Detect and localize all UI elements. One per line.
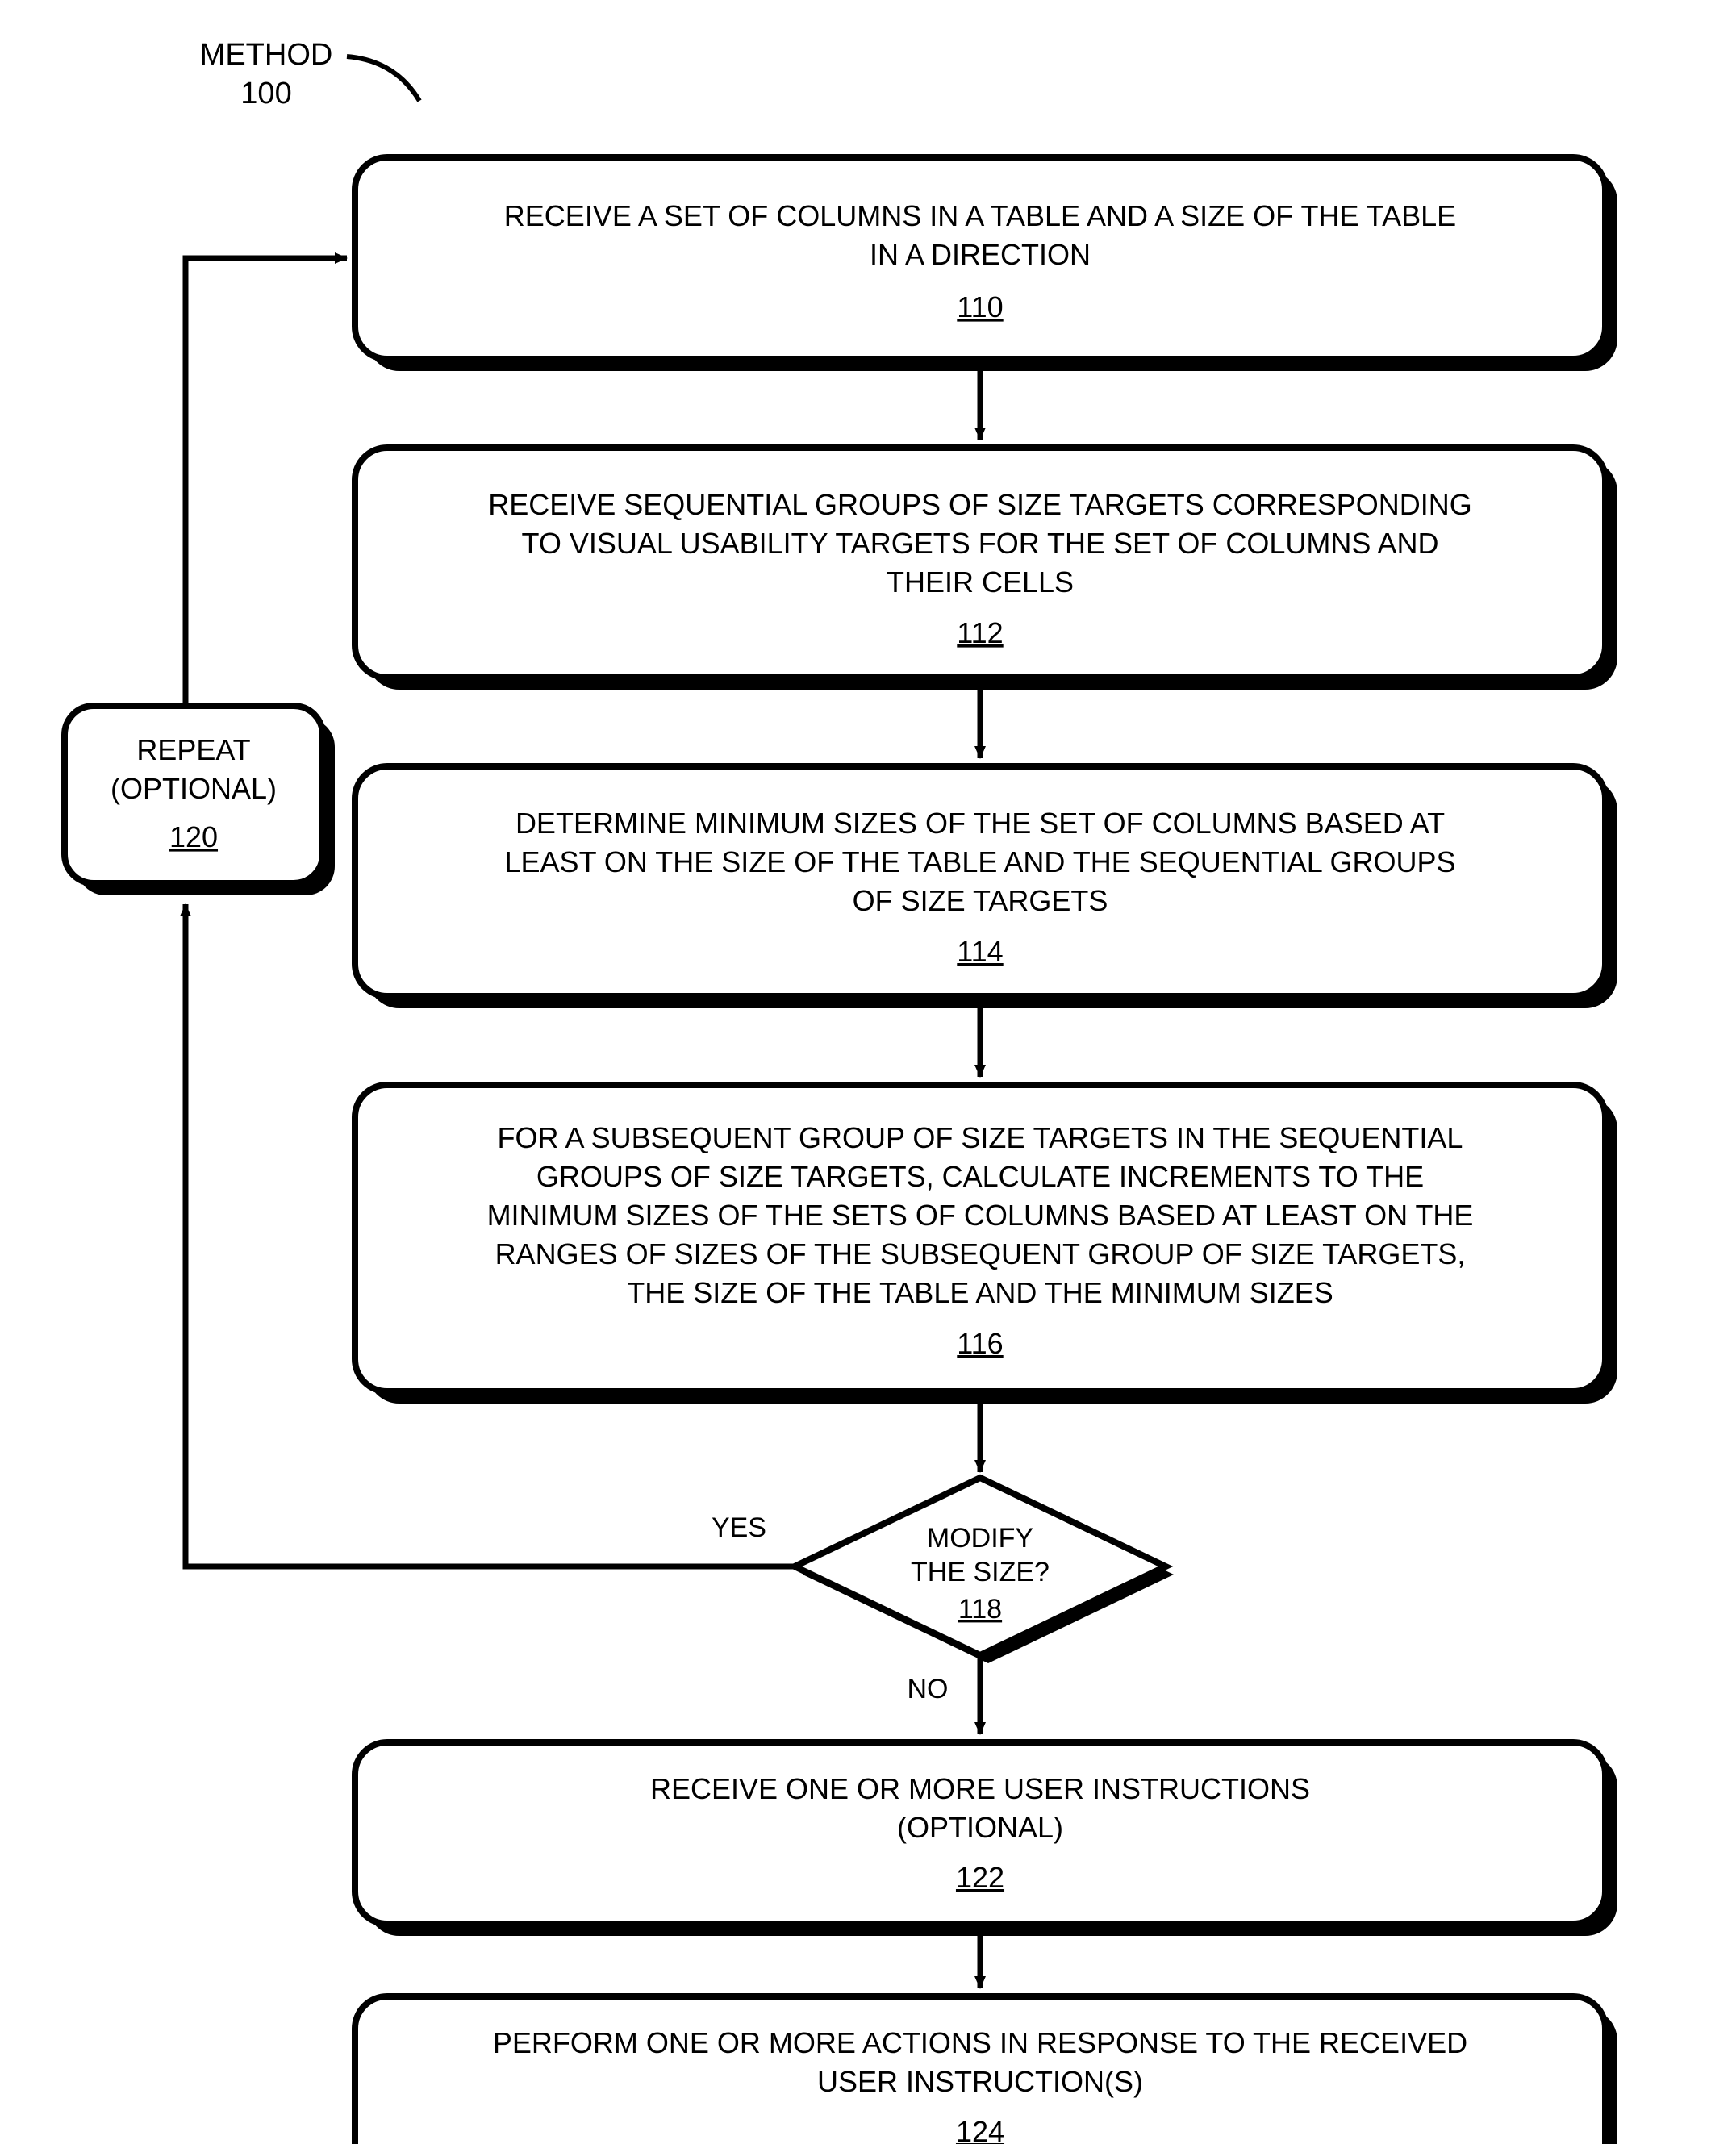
title-method-text: METHOD (200, 38, 333, 72)
svg-text:LEAST ON THE SIZE OF THE TABLE: LEAST ON THE SIZE OF THE TABLE AND THE S… (505, 845, 1456, 878)
step-112: RECEIVE SEQUENTIAL GROUPS OF SIZE TARGET… (355, 448, 1617, 690)
step-122: RECEIVE ONE OR MORE USER INSTRUCTIONS (O… (355, 1742, 1617, 1936)
svg-text:FOR A SUBSEQUENT GROUP OF SIZE: FOR A SUBSEQUENT GROUP OF SIZE TARGETS I… (498, 1121, 1463, 1154)
title-leader-line (347, 56, 419, 101)
svg-text:THE SIZE?: THE SIZE? (911, 1557, 1050, 1587)
svg-text:OF SIZE TARGETS: OF SIZE TARGETS (853, 884, 1108, 917)
ref-118: 118 (958, 1594, 1002, 1625)
svg-text:(OPTIONAL): (OPTIONAL) (111, 772, 277, 805)
svg-text:DETERMINE MINIMUM SIZES OF THE: DETERMINE MINIMUM SIZES OF THE SET OF CO… (515, 807, 1445, 840)
title-label: METHOD 100 (200, 38, 419, 111)
step-124: PERFORM ONE OR MORE ACTIONS IN RESPONSE … (355, 1996, 1617, 2144)
decision-no-label: NO (908, 1674, 949, 1704)
ref-120: 120 (169, 820, 218, 853)
svg-text:PERFORM ONE OR MORE ACTIONS IN: PERFORM ONE OR MORE ACTIONS IN RESPONSE … (493, 2026, 1467, 2059)
svg-text:RANGES OF SIZES OF THE SUBSEQU: RANGES OF SIZES OF THE SUBSEQUENT GROUP … (495, 1237, 1466, 1270)
svg-text:RECEIVE ONE OR MORE USER INSTR: RECEIVE ONE OR MORE USER INSTRUCTIONS (650, 1772, 1310, 1805)
title-number: 100 (240, 77, 291, 111)
arrow-120-to-110 (186, 258, 347, 706)
svg-text:GROUPS OF SIZE TARGETS, CALCUL: GROUPS OF SIZE TARGETS, CALCULATE INCREM… (536, 1160, 1424, 1193)
ref-124: 124 (956, 2115, 1004, 2144)
decision-yes-label: YES (712, 1512, 766, 1543)
svg-text:USER INSTRUCTION(S): USER INSTRUCTION(S) (817, 2065, 1143, 2098)
step-110: RECEIVE A SET OF COLUMNS IN A TABLE AND … (355, 157, 1617, 371)
step-114: DETERMINE MINIMUM SIZES OF THE SET OF CO… (355, 766, 1617, 1008)
svg-text:REPEAT: REPEAT (136, 733, 250, 766)
svg-text:MINIMUM SIZES OF THE SETS OF C: MINIMUM SIZES OF THE SETS OF COLUMNS BAS… (487, 1199, 1474, 1232)
ref-116: 116 (957, 1327, 1003, 1360)
svg-text:RECEIVE SEQUENTIAL GROUPS OF S: RECEIVE SEQUENTIAL GROUPS OF SIZE TARGET… (488, 488, 1472, 521)
ref-122: 122 (956, 1861, 1004, 1894)
decision-118: MODIFY THE SIZE? 118 (795, 1478, 1174, 1663)
svg-text:IN A DIRECTION: IN A DIRECTION (870, 238, 1091, 271)
step-120: REPEAT (OPTIONAL) 120 (65, 706, 335, 895)
svg-text:MODIFY: MODIFY (927, 1523, 1033, 1554)
svg-text:(OPTIONAL): (OPTIONAL) (897, 1811, 1063, 1844)
svg-text:THE SIZE OF THE TABLE AND THE: THE SIZE OF THE TABLE AND THE MINIMUM SI… (627, 1276, 1333, 1309)
svg-text:THEIR CELLS: THEIR CELLS (887, 565, 1074, 599)
svg-text:RECEIVE A SET OF COLUMNS IN A: RECEIVE A SET OF COLUMNS IN A TABLE AND … (504, 199, 1456, 232)
svg-text:TO VISUAL USABILITY TARGETS FO: TO VISUAL USABILITY TARGETS FOR THE SET … (522, 527, 1439, 560)
step-116: FOR A SUBSEQUENT GROUP OF SIZE TARGETS I… (355, 1085, 1617, 1404)
ref-110: 110 (957, 290, 1003, 323)
ref-114: 114 (957, 935, 1003, 968)
ref-112: 112 (957, 616, 1003, 649)
